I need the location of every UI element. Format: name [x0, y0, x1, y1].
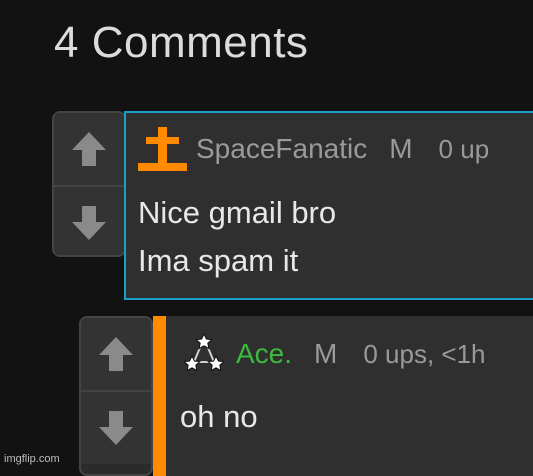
comment-line: Nice gmail bro: [138, 195, 337, 230]
arrow-up-icon: [99, 337, 133, 371]
comment-line: oh no: [180, 399, 258, 434]
comment-text: oh no: [180, 393, 258, 441]
comment-meta: SpaceFanatic M 0 up: [136, 125, 489, 173]
comment-line: Ima spam it: [138, 243, 299, 278]
vote-controls: [52, 111, 126, 257]
comment-text: Nice gmail bro Ima spam it: [138, 189, 336, 285]
username-link[interactable]: SpaceFanatic: [196, 133, 367, 165]
three-stars-badge-icon: [183, 332, 225, 372]
upvote-button[interactable]: [54, 113, 124, 187]
comments-heading: 4 Comments: [54, 18, 309, 67]
watermark: imgflip.com: [4, 453, 60, 465]
comment-stats: 0 up: [438, 133, 490, 164]
downvote-button[interactable]: [81, 392, 151, 464]
username-link[interactable]: Ace.: [236, 338, 292, 370]
arrow-down-icon: [72, 206, 106, 240]
comment-stats: 0 ups, <1h: [363, 338, 486, 369]
comment-card: Ace. M 0 ups, <1h oh no: [153, 316, 533, 476]
upvote-button[interactable]: [81, 318, 151, 392]
downvote-button[interactable]: [54, 187, 124, 255]
comment-card: SpaceFanatic M 0 up Nice gmail bro Ima s…: [124, 111, 533, 300]
arrow-down-icon: [99, 411, 133, 445]
vote-controls: [79, 316, 153, 476]
user-gender: M: [314, 338, 338, 369]
orange-cross-badge-icon: [138, 127, 187, 171]
comment-meta: Ace. M 0 ups, <1h: [180, 332, 486, 376]
arrow-up-icon: [72, 132, 106, 166]
user-gender: M: [389, 133, 413, 164]
